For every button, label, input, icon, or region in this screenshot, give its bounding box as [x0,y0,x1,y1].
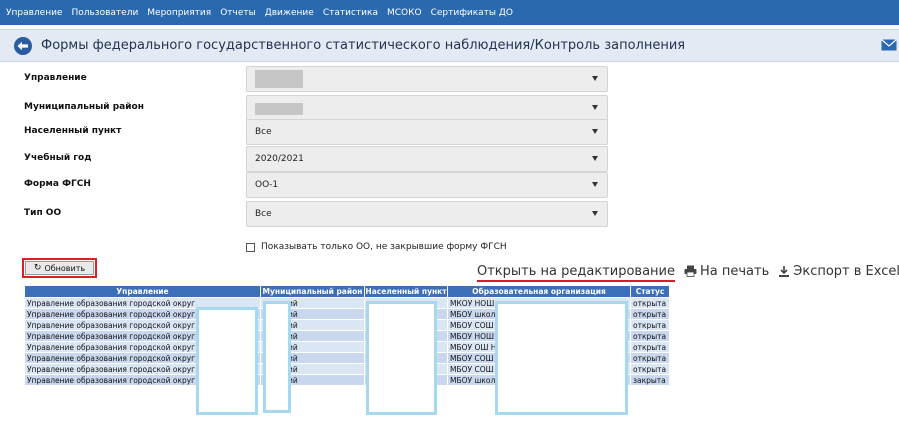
cell-status: открыта [630,297,670,309]
table-header-row: Управление Муниципальный район Населенны… [24,285,670,298]
school-year-value: 2020/2021 [255,154,304,164]
filter-row-org-type: Тип ОО Все [0,201,610,227]
refresh-icon: ↻ [33,263,42,273]
chevron-down-icon [592,156,598,161]
cell-status: открыта [630,308,670,320]
chevron-down-icon [592,76,598,81]
only-unclosed-checkbox-row[interactable]: Показывать только ОО, не закрывшие форму… [246,240,507,254]
cell-status: открыта [630,319,670,331]
menu-item-movement[interactable]: Движение [265,8,314,18]
table-actions: Открыть на редактирование На печать Эксп… [477,262,899,282]
locality-select[interactable]: Все [246,119,608,145]
org-type-select[interactable]: Все [246,201,608,227]
refresh-button-label: Обновить [44,263,86,273]
export-label: Экспорт в Excel [793,263,899,279]
envelope-icon[interactable] [881,39,897,51]
top-menu: Управление Пользователи Мероприятия Отче… [0,0,899,25]
export-excel-link[interactable]: Экспорт в Excel [778,264,899,279]
printer-icon [684,265,697,277]
form-value: ОО-1 [255,180,279,190]
school-year-select[interactable]: 2020/2021 [246,146,608,172]
school-year-label: Учебный год [24,153,92,163]
menu-item-msoko[interactable]: МСОКО [387,8,422,18]
form-label: Форма ФГСН [24,179,91,189]
redaction-block [263,301,291,413]
column-header-locality[interactable]: Населенный пункт [364,285,448,298]
refresh-button[interactable]: ↻ Обновить [25,261,94,275]
back-arrow-circle-icon[interactable] [13,36,33,56]
form-select[interactable]: ОО-1 [246,172,608,198]
redacted-value [255,70,303,88]
filter-row-district: Муниципальный район [0,95,610,121]
excel-export-icon [779,265,790,277]
print-label: На печать [700,263,770,279]
menu-item-management[interactable]: Управление [6,8,62,18]
org-type-value: Все [255,209,272,219]
district-label: Муниципальный район [24,102,144,112]
refresh-button-highlight: ↻ Обновить [22,258,97,278]
print-link[interactable]: На печать [684,264,769,279]
district-select[interactable] [246,95,608,121]
menu-item-certificates[interactable]: Сертификаты ДО [431,8,513,18]
column-header-management[interactable]: Управление [24,285,261,298]
chevron-down-icon [592,211,598,216]
cell-status: открыта [630,352,670,364]
column-header-district[interactable]: Муниципальный район [260,285,365,298]
page-title: Формы федерального государственного стат… [41,38,686,53]
locality-label: Населенный пункт [24,126,122,136]
cell-status: открыта [630,341,670,353]
page-header: Формы федерального государственного стат… [0,29,899,62]
cell-status: открыта [630,330,670,342]
management-select[interactable] [246,66,608,92]
filter-row-school-year: Учебный год 2020/2021 [0,146,610,172]
filter-row-locality: Населенный пункт Все [0,119,610,145]
redacted-value [255,103,303,115]
open-edit-link[interactable]: Открыть на редактирование [477,263,675,282]
highlight-underline [477,279,675,282]
cell-status: закрыта [630,374,670,386]
menu-item-users[interactable]: Пользователи [71,8,138,18]
cell-status: открыта [630,363,670,375]
chevron-down-icon [592,129,598,134]
column-header-organization[interactable]: Образовательная организация [447,285,631,298]
menu-item-events[interactable]: Мероприятия [147,8,211,18]
column-header-status[interactable]: Статус [630,285,670,298]
chevron-down-icon [592,105,598,110]
only-unclosed-checkbox-label[interactable]: Показывать только ОО, не закрывшие форму… [261,242,507,252]
menu-item-reports[interactable]: Отчеты [220,8,256,18]
menu-item-statistics[interactable]: Статистика [323,8,378,18]
redaction-block [366,301,437,415]
open-edit-label: Открыть на редактирование [477,263,675,279]
locality-value: Все [255,127,272,137]
only-unclosed-checkbox[interactable] [246,242,255,252]
filter-row-form: Форма ФГСН ОО-1 [0,172,610,198]
filter-row-management: Управление [0,66,610,92]
chevron-down-icon [592,182,598,187]
redaction-block [196,307,258,415]
management-label: Управление [24,73,87,83]
redaction-block [495,301,628,415]
org-type-label: Тип ОО [24,208,62,218]
